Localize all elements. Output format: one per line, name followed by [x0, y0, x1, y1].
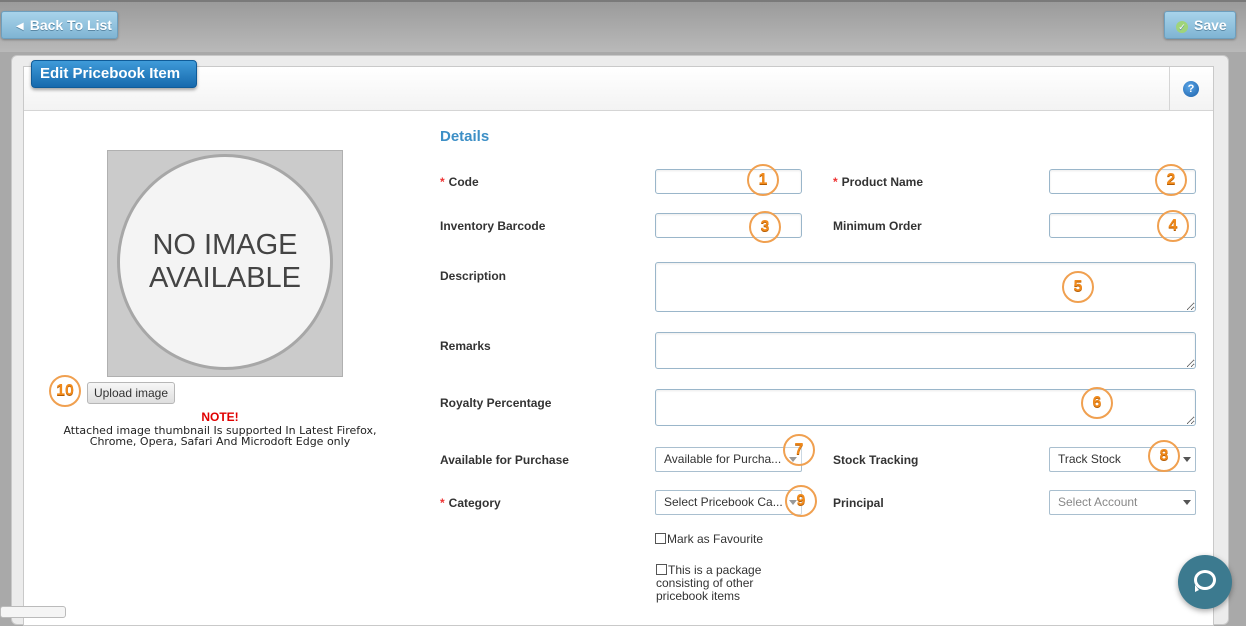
description-textarea[interactable] [655, 262, 1196, 312]
description-label: Description [440, 269, 507, 283]
remarks-textarea[interactable] [655, 332, 1196, 369]
chat-bubble-icon [1194, 570, 1216, 592]
minimum-order-label: Minimum Order [833, 219, 922, 233]
stock-tracking-label: Stock Tracking [833, 453, 919, 467]
code-input[interactable] [655, 169, 802, 194]
favourite-checkbox[interactable] [655, 533, 666, 544]
upload-image-button[interactable]: Upload image [87, 382, 175, 404]
code-label-text: Code [448, 175, 479, 189]
check-icon: ✓ [1176, 21, 1188, 33]
required-mark: * [833, 175, 838, 189]
chat-widget-button[interactable] [1178, 555, 1232, 609]
top-toolbar [0, 0, 1246, 52]
annotation-badge: 8 [1148, 440, 1180, 472]
no-image-placeholder: NO IMAGE AVAILABLE [117, 154, 333, 370]
package-checkbox[interactable] [656, 564, 667, 575]
back-to-list-label: Back To List [29, 17, 112, 33]
inventory-barcode-label: Inventory Barcode [440, 219, 546, 233]
required-mark: * [440, 175, 445, 189]
panel-header: ? [24, 67, 1213, 111]
category-select[interactable]: Select Pricebook Ca... [655, 490, 802, 515]
help-icon[interactable]: ? [1183, 81, 1199, 97]
back-to-list-button[interactable]: ◀ Back To List [1, 11, 118, 39]
principal-value: Select Account [1058, 495, 1138, 509]
product-name-label: * Product Name [833, 175, 923, 189]
code-label: * Code [440, 175, 479, 189]
available-for-purchase-label: Available for Purchase [440, 453, 569, 467]
required-mark: * [440, 496, 445, 510]
product-image: NO IMAGE AVAILABLE [107, 150, 343, 377]
bottom-tab-fragment [0, 606, 66, 618]
remarks-label: Remarks [440, 339, 491, 353]
note-title: NOTE! [201, 410, 239, 424]
annotation-badge: 9 [785, 485, 817, 517]
principal-label: Principal [833, 496, 884, 510]
annotation-badge: 10 [49, 375, 81, 407]
arrow-left-icon: ◀ [16, 21, 24, 32]
stock-tracking-value: Track Stock [1058, 452, 1121, 466]
favourite-checkbox-row[interactable]: Mark as Favourite [655, 533, 763, 546]
royalty-percentage-input[interactable] [655, 389, 1196, 426]
package-label: This is a package consisting of other pr… [656, 563, 762, 603]
header-divider [1169, 67, 1170, 110]
category-value: Select Pricebook Ca... [664, 495, 783, 509]
product-name-label-text: Product Name [841, 175, 924, 189]
favourite-label: Mark as Favourite [667, 532, 764, 546]
annotation-badge: 6 [1081, 387, 1113, 419]
annotation-badge: 7 [783, 434, 815, 466]
no-image-text: NO IMAGE AVAILABLE [148, 229, 302, 294]
category-label-text: Category [448, 496, 501, 510]
annotation-badge: 1 [747, 164, 779, 196]
royalty-percentage-label: Royalty Percentage [440, 396, 552, 410]
page-title: Edit Pricebook Item [31, 60, 197, 88]
annotation-badge: 4 [1157, 210, 1189, 242]
save-button[interactable]: ✓ Save [1164, 11, 1236, 39]
category-label: * Category [440, 496, 501, 510]
chevron-down-icon [1183, 500, 1191, 505]
annotation-badge: 2 [1155, 164, 1187, 196]
save-label: Save [1194, 17, 1227, 33]
annotation-badge: 5 [1062, 271, 1094, 303]
annotation-badge: 3 [749, 211, 781, 243]
principal-select[interactable]: Select Account [1049, 490, 1196, 515]
chevron-down-icon [1183, 457, 1191, 462]
available-for-purchase-select[interactable]: Available for Purcha... [655, 447, 802, 472]
available-for-purchase-value: Available for Purcha... [664, 452, 782, 466]
package-checkbox-row[interactable]: This is a package consisting of other pr… [656, 564, 776, 603]
details-section-title: Details [440, 128, 490, 145]
note-text: Attached image thumbnail Is supported In… [63, 424, 377, 448]
